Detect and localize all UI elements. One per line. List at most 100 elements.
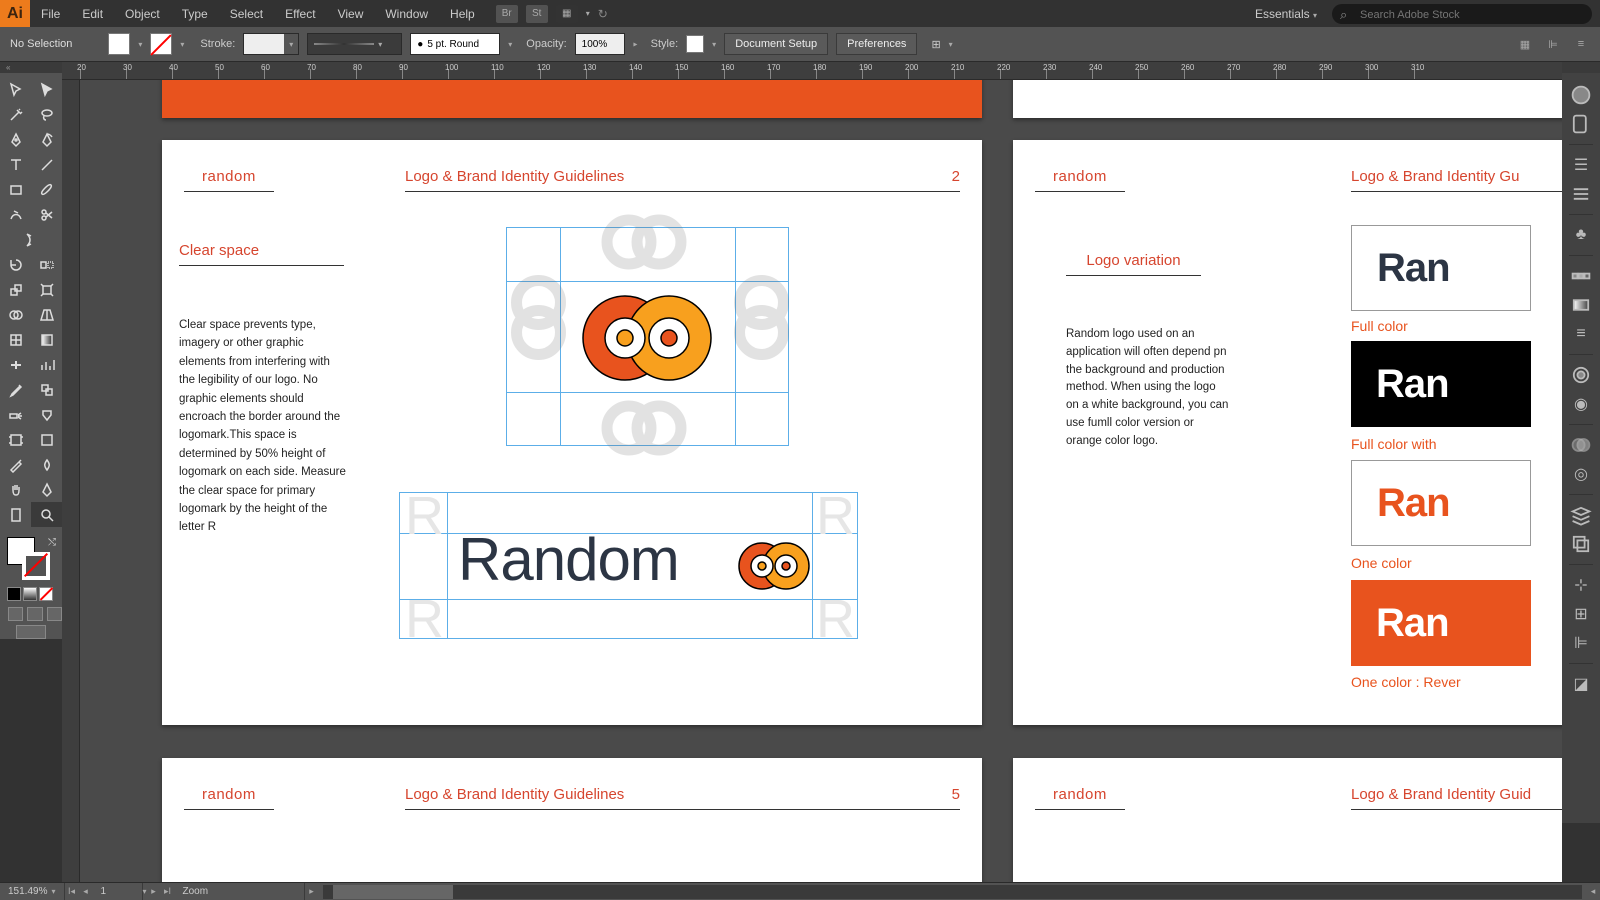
- type-tool[interactable]: [0, 152, 31, 177]
- color-panel-icon[interactable]: [1569, 83, 1593, 107]
- hand-tool[interactable]: [0, 477, 31, 502]
- align-panel-icon[interactable]: ⊫: [1544, 35, 1562, 53]
- transform-panel-icon[interactable]: ⊹: [1569, 573, 1593, 597]
- pixel-grid-icon[interactable]: ⊞: [1569, 602, 1593, 626]
- menu-help[interactable]: Help: [439, 7, 486, 21]
- stroke-swatch[interactable]: [150, 33, 172, 55]
- stroke-dropdown-icon[interactable]: ▾: [180, 40, 184, 49]
- pen-tool[interactable]: [0, 127, 31, 152]
- arrange-chevron-icon[interactable]: ▾: [586, 9, 590, 18]
- scale-tool[interactable]: [0, 277, 31, 302]
- transform-panel-icon[interactable]: ▦: [1516, 35, 1534, 53]
- menu-type[interactable]: Type: [171, 7, 219, 21]
- opacity-input[interactable]: 100%: [575, 33, 625, 55]
- align-panel-icon[interactable]: ⊫: [1569, 631, 1593, 655]
- fill-dropdown-icon[interactable]: ▾: [138, 40, 142, 49]
- menu-object[interactable]: Object: [114, 7, 171, 21]
- zoom-tool[interactable]: [31, 502, 62, 527]
- slice-tool[interactable]: [0, 452, 31, 477]
- last-artboard-icon[interactable]: ▸I: [161, 886, 175, 897]
- menu-effect[interactable]: Effect: [274, 7, 326, 21]
- swatches-panel-icon[interactable]: [1569, 112, 1593, 136]
- options-icon[interactable]: ≡: [1572, 35, 1590, 53]
- draw-inside-icon[interactable]: [47, 607, 62, 621]
- artboard-right-top-white[interactable]: [1013, 80, 1562, 118]
- menu-file[interactable]: File: [30, 7, 71, 21]
- draw-behind-icon[interactable]: [27, 607, 42, 621]
- scroll-left-icon[interactable]: ▸: [305, 886, 319, 897]
- style-swatch[interactable]: [686, 35, 704, 53]
- brush-dropdown-icon[interactable]: ▾: [508, 40, 512, 49]
- vertical-ruler[interactable]: [62, 80, 80, 882]
- scroll-right-icon[interactable]: ◂: [1586, 886, 1600, 897]
- first-artboard-icon[interactable]: I◂: [65, 886, 79, 897]
- color-mode-solid[interactable]: [7, 587, 21, 601]
- cc-libraries-icon[interactable]: [1569, 363, 1593, 387]
- live-paint-tool[interactable]: [31, 402, 62, 427]
- transparency-panel-icon[interactable]: [1569, 433, 1593, 457]
- print-tiling-tool[interactable]: [31, 452, 62, 477]
- stroke-weight-input[interactable]: ▾: [243, 33, 299, 55]
- gradient-panel-icon[interactable]: [1569, 293, 1593, 317]
- horizontal-ruler[interactable]: 2030405060708090100110120130140150160170…: [62, 62, 1562, 80]
- brush-definition[interactable]: ● 5 pt. Round: [410, 33, 500, 55]
- prev-artboard-icon[interactable]: ◂: [79, 886, 93, 897]
- color-guide-icon[interactable]: [1569, 264, 1593, 288]
- swap-fill-stroke-icon[interactable]: ⤭: [48, 537, 56, 548]
- artboard-header-strip[interactable]: [162, 80, 982, 118]
- align-dropdown-icon[interactable]: ▾: [949, 40, 953, 49]
- menu-select[interactable]: Select: [219, 7, 274, 21]
- document-setup-button[interactable]: Document Setup: [724, 33, 828, 55]
- perspective-tool[interactable]: [31, 302, 62, 327]
- artboard-tool[interactable]: [0, 427, 31, 452]
- width-tool[interactable]: [0, 352, 31, 377]
- pathfinder-icon[interactable]: ◪: [1569, 672, 1593, 696]
- draw-normal-icon[interactable]: [8, 607, 23, 621]
- fill-stroke-control[interactable]: ⤭: [0, 535, 62, 585]
- line-tool[interactable]: [31, 152, 62, 177]
- bridge-icon[interactable]: Br: [496, 5, 518, 23]
- stock-search[interactable]: [1332, 4, 1592, 24]
- eraser-tool[interactable]: [0, 227, 62, 252]
- zoom-level[interactable]: 151.49% ▾: [0, 883, 65, 900]
- artboard-page-2[interactable]: random Logo & Brand Identity Guidelines …: [162, 140, 982, 725]
- rectangle-tool[interactable]: [0, 177, 31, 202]
- screen-mode-icon[interactable]: [16, 625, 46, 639]
- mesh-tool[interactable]: [0, 327, 31, 352]
- paintbrush-tool[interactable]: [31, 177, 62, 202]
- symbols-panel-icon[interactable]: ♣: [1569, 223, 1593, 247]
- appearance-panel-icon[interactable]: ◎: [1569, 462, 1593, 486]
- stock-icon[interactable]: St: [526, 5, 548, 23]
- workspace-switcher[interactable]: Essentials ▾: [1255, 7, 1317, 21]
- color-mode-none[interactable]: [39, 587, 53, 601]
- artboard-page-5[interactable]: random Logo & Brand Identity Guidelines …: [162, 758, 982, 882]
- align-icon[interactable]: ⊞: [931, 38, 940, 51]
- direct-selection-tool[interactable]: [31, 77, 62, 102]
- scissors-tool[interactable]: [31, 202, 62, 227]
- arrange-docs-icon[interactable]: ▦: [556, 5, 578, 23]
- stock-search-input[interactable]: [1360, 9, 1580, 21]
- horizontal-scrollbar[interactable]: [323, 885, 1582, 899]
- selection-tool[interactable]: [0, 77, 31, 102]
- fill-swatch[interactable]: [108, 33, 130, 55]
- artboard-page-6[interactable]: random Logo & Brand Identity Guid: [1013, 758, 1562, 882]
- canvas[interactable]: random Logo & Brand Identity Guidelines …: [80, 80, 1562, 882]
- rotate-tool[interactable]: [0, 252, 31, 277]
- new-pen-tool[interactable]: [31, 477, 62, 502]
- sync-icon[interactable]: ↻: [598, 7, 608, 21]
- page-tool[interactable]: [0, 502, 31, 527]
- curvature-tool[interactable]: [31, 127, 62, 152]
- free-transform-tool[interactable]: [31, 277, 62, 302]
- align-rows-icon[interactable]: ≡: [1569, 322, 1593, 346]
- asset-export-icon[interactable]: [1569, 532, 1593, 556]
- menu-window[interactable]: Window: [374, 7, 439, 21]
- preferences-button[interactable]: Preferences: [836, 33, 917, 55]
- brushes-panel-icon[interactable]: [1569, 182, 1593, 206]
- layers-panel-icon[interactable]: [1569, 503, 1593, 527]
- shaper-tool[interactable]: [0, 202, 31, 227]
- style-dropdown-icon[interactable]: ▾: [712, 40, 716, 49]
- reflect-tool[interactable]: [31, 252, 62, 277]
- column-graph-tool[interactable]: [31, 352, 62, 377]
- color-mode-gradient[interactable]: [23, 587, 37, 601]
- stroke-panel-icon[interactable]: ☰: [1569, 153, 1593, 177]
